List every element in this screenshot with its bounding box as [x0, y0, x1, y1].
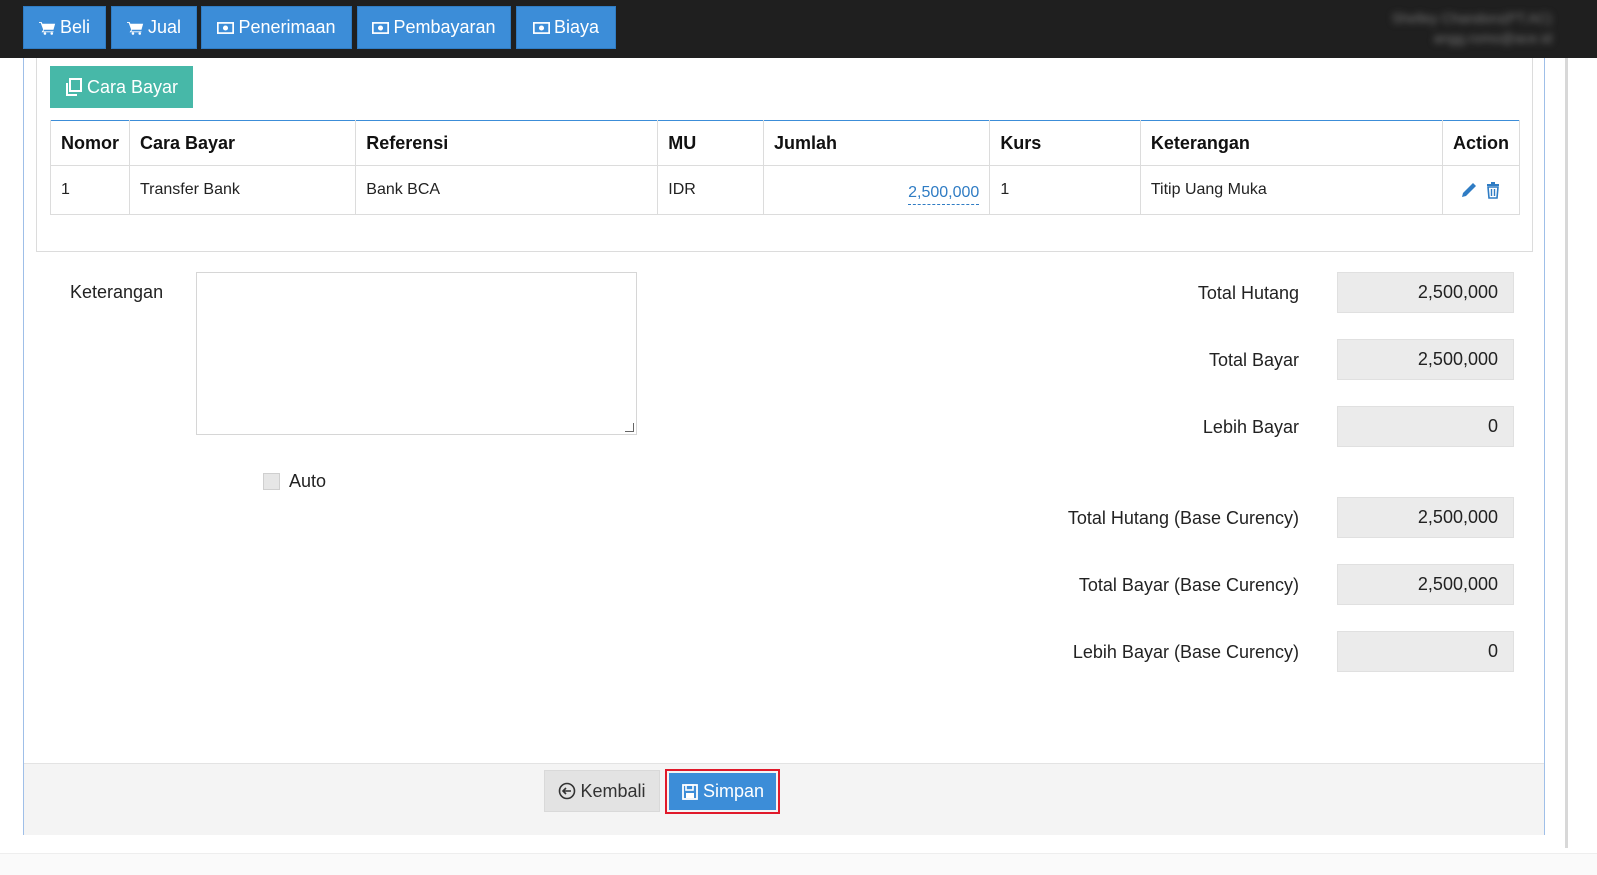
nav-jual-label: Jual	[147, 17, 182, 37]
lebih-bayar-base-field: 0	[1337, 631, 1514, 672]
cell-keterangan: Titip Uang Muka	[1139, 165, 1443, 215]
payment-table: Nomor Cara Bayar Referensi MU Jumlah Kur…	[50, 120, 1521, 215]
money-icon	[532, 21, 550, 34]
nav-penerimaan-button[interactable]: Penerimaan	[201, 6, 352, 49]
page-bottom-strip	[0, 853, 1597, 875]
total-bayar-field: 2,500,000	[1337, 339, 1514, 380]
nav-beli-label: Beli	[59, 17, 90, 37]
total-hutang-field: 2,500,000	[1337, 272, 1514, 313]
payment-form-panel: Cara Bayar Nomor Cara Bayar Referensi MU…	[23, 58, 1545, 835]
form-footer: Kembali Simpan	[24, 763, 1544, 835]
user-info[interactable]: Shelley Chandoro(PT.AC) angg.romo@ace.id	[1392, 8, 1552, 48]
col-cara-bayar: Cara Bayar	[128, 120, 357, 166]
keterangan-textarea[interactable]	[196, 272, 637, 435]
auto-label: Auto	[289, 471, 327, 491]
cart-icon	[38, 21, 56, 35]
cell-action	[1441, 165, 1521, 215]
total-hutang-base-field: 2,500,000	[1337, 497, 1514, 538]
kembali-button[interactable]: Kembali	[544, 770, 660, 812]
table-header-row: Nomor Cara Bayar Referensi MU Jumlah Kur…	[50, 120, 1521, 166]
total-bayar-base-field: 2,500,000	[1337, 564, 1514, 605]
total-bayar-label: Total Bayar	[1208, 350, 1299, 370]
simpan-button[interactable]: Simpan	[669, 773, 776, 810]
nav-jual-button[interactable]: Jual	[111, 6, 197, 49]
col-kurs: Kurs	[989, 120, 1141, 166]
arrow-left-circle-icon	[559, 782, 576, 800]
add-cara-bayar-label: Cara Bayar	[86, 76, 179, 97]
total-hutang-label: Total Hutang	[1197, 283, 1299, 303]
auto-checkbox-row[interactable]: Auto	[263, 471, 326, 492]
auto-checkbox[interactable]	[263, 473, 280, 490]
cell-jumlah: 2,500,000	[762, 165, 991, 215]
cell-mu: IDR	[657, 165, 764, 215]
jumlah-editable-link[interactable]: 2,500,000	[908, 184, 980, 205]
simpan-label: Simpan	[702, 781, 765, 801]
keterangan-label: Keterangan	[70, 282, 164, 302]
table-row: 1 Transfer Bank Bank BCA IDR 2,500,000 1…	[50, 165, 1521, 215]
top-navbar: Beli Jual Penerimaan Pembayaran Biaya Sh…	[0, 0, 1597, 58]
trash-icon[interactable]	[1484, 181, 1502, 199]
pencil-icon[interactable]	[1460, 181, 1478, 199]
cell-nomor: 1	[50, 165, 130, 215]
nav-pembayaran-label: Pembayaran	[393, 17, 496, 37]
cart-icon	[126, 21, 144, 35]
nav-biaya-button[interactable]: Biaya	[516, 6, 616, 49]
cell-cara-bayar: Transfer Bank	[128, 165, 357, 215]
add-cara-bayar-button[interactable]: Cara Bayar	[50, 66, 193, 108]
lebih-bayar-base-label: Lebih Bayar (Base Curency)	[1072, 642, 1299, 662]
user-name: Shelley Chandoro(PT.AC)	[1391, 10, 1552, 26]
col-mu: MU	[657, 120, 764, 166]
cell-kurs: 1	[989, 165, 1141, 215]
col-referensi: Referensi	[355, 120, 659, 166]
nav-biaya-label: Biaya	[553, 17, 600, 37]
nav-beli-button[interactable]: Beli	[23, 6, 106, 49]
col-action: Action	[1441, 120, 1521, 166]
scrollbar[interactable]	[1565, 58, 1568, 848]
money-icon	[372, 21, 390, 34]
nav-pembayaran-button[interactable]: Pembayaran	[357, 6, 511, 49]
lebih-bayar-label: Lebih Bayar	[1202, 417, 1299, 437]
lebih-bayar-field: 0	[1337, 406, 1514, 447]
col-jumlah: Jumlah	[762, 120, 991, 166]
floppy-disk-icon	[682, 783, 698, 800]
simpan-highlight: Simpan	[665, 769, 780, 814]
nav-penerimaan-label: Penerimaan	[238, 17, 336, 37]
total-hutang-base-label: Total Hutang (Base Curency)	[1067, 508, 1299, 528]
total-bayar-base-label: Total Bayar (Base Curency)	[1078, 575, 1299, 595]
kembali-label: Kembali	[580, 780, 646, 801]
copy-icon	[65, 78, 82, 96]
col-nomor: Nomor	[50, 120, 130, 166]
col-keterangan: Keterangan	[1139, 120, 1443, 166]
cell-referensi: Bank BCA	[355, 165, 659, 215]
resize-handle-icon[interactable]	[625, 423, 634, 432]
user-email: angg.romo@ace.id	[1433, 30, 1552, 46]
money-icon	[217, 21, 235, 34]
